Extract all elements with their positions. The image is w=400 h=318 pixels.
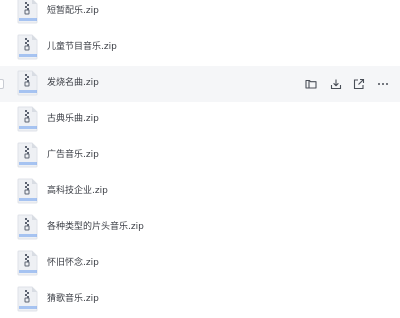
row-actions xyxy=(0,66,400,102)
zip-file-icon xyxy=(17,0,39,24)
file-name: 怀旧怀念.zip xyxy=(47,258,99,268)
file-row-hovered[interactable]: 发烧名曲.zip xyxy=(0,66,400,102)
file-name: 高科技企业.zip xyxy=(47,186,108,196)
file-row[interactable]: 各种类型的片头音乐.zip xyxy=(0,210,400,246)
download-icon[interactable] xyxy=(329,77,343,91)
zip-file-icon xyxy=(17,178,39,204)
zip-file-icon xyxy=(17,106,39,132)
file-name: 短暂配乐.zip xyxy=(47,6,99,16)
file-name: 猜歌音乐.zip xyxy=(47,294,99,304)
file-row[interactable]: 古典乐曲.zip xyxy=(0,102,400,138)
file-name: 儿童节目音乐.zip xyxy=(47,42,117,52)
share-icon[interactable] xyxy=(352,77,366,91)
file-row[interactable]: 怀旧怀念.zip xyxy=(0,246,400,282)
file-row[interactable]: 高科技企业.zip xyxy=(0,174,400,210)
file-row[interactable]: 猜歌音乐.zip xyxy=(0,282,400,318)
folder-icon[interactable] xyxy=(304,77,318,91)
more-icon[interactable] xyxy=(376,77,390,91)
file-row[interactable]: 广告音乐.zip xyxy=(0,138,400,174)
file-name: 各种类型的片头音乐.zip xyxy=(47,222,144,232)
zip-file-icon xyxy=(17,142,39,168)
zip-file-icon xyxy=(17,34,39,60)
file-name: 古典乐曲.zip xyxy=(47,114,99,124)
file-name: 广告音乐.zip xyxy=(47,150,99,160)
zip-file-icon xyxy=(17,214,39,240)
zip-file-icon xyxy=(17,250,39,276)
file-row[interactable]: 短暂配乐.zip xyxy=(0,0,400,30)
file-row[interactable]: 儿童节目音乐.zip xyxy=(0,30,400,66)
zip-file-icon xyxy=(17,286,39,312)
